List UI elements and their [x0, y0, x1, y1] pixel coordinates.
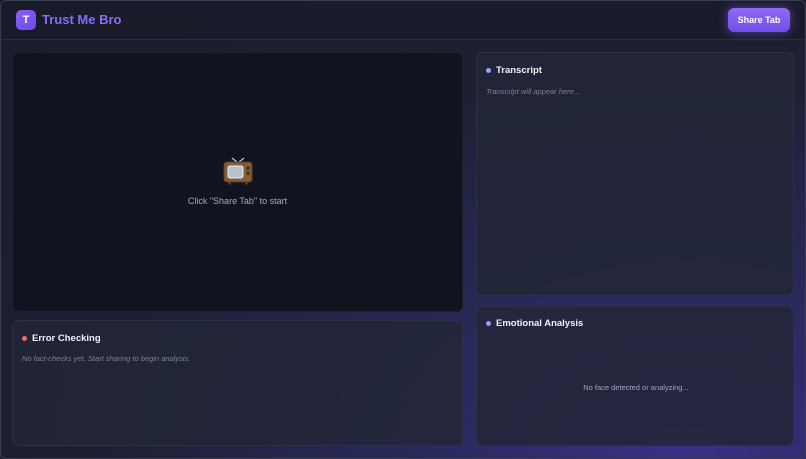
app-logo: T [16, 10, 36, 30]
emotion-status-text: No face detected or analyzing... [583, 383, 689, 392]
app-title: Trust Me Bro [42, 12, 122, 27]
emotion-status-dot [486, 321, 491, 326]
error-checking-panel: Error Checking No fact-checks yet. Start… [12, 320, 463, 446]
error-checking-placeholder: No fact-checks yet. Start sharing to beg… [22, 354, 191, 363]
transcript-placeholder: Transcript will appear here... [486, 87, 581, 96]
error-status-dot [22, 336, 27, 341]
share-tab-button[interactable]: Share Tab [728, 8, 790, 32]
transcript-heading: Transcript [496, 65, 542, 76]
video-start-hint: Click "Share Tab" to start [187, 196, 288, 206]
app-header: T Trust Me Bro Share Tab [0, 0, 806, 40]
transcript-heading-row: Transcript [486, 65, 542, 76]
transcript-panel: Transcript Transcript will appear here..… [476, 52, 794, 296]
emotional-analysis-panel: Emotional Analysis No face detected or a… [476, 306, 794, 446]
emotional-analysis-heading: Emotional Analysis [496, 318, 584, 329]
transcript-status-dot [486, 68, 491, 73]
emotional-analysis-heading-row: Emotional Analysis [486, 318, 583, 329]
tv-icon [223, 157, 253, 185]
error-checking-heading-row: Error Checking [22, 333, 101, 344]
error-checking-heading: Error Checking [32, 333, 101, 344]
